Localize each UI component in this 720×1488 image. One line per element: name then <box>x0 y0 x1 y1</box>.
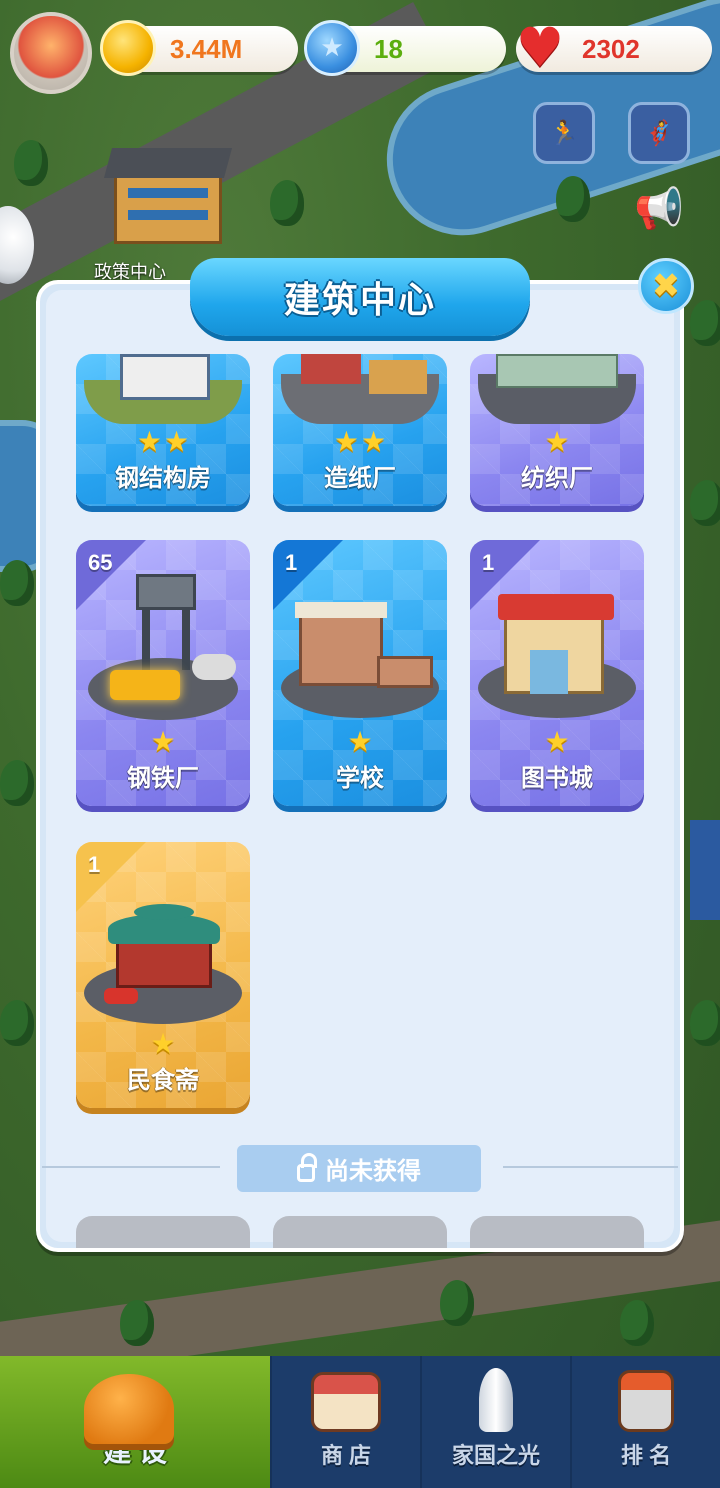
star-icon: ★ <box>150 1027 176 1060</box>
card-stars: ★ <box>470 728 644 756</box>
gem-counter[interactable]: ★ 18 <box>304 20 506 76</box>
tree <box>690 1000 720 1046</box>
tree <box>0 1000 34 1046</box>
building-card-bookstore[interactable]: 1 ★ 图书城 <box>470 540 644 806</box>
nav-rank-label: 排 名 <box>620 1443 672 1468</box>
divider <box>503 1166 678 1168</box>
policy-center-building[interactable] <box>103 148 233 258</box>
building-card-textile-mill[interactable]: ★ 纺织厂 <box>470 354 644 506</box>
locked-building-card[interactable] <box>76 1216 250 1248</box>
gold-coin-icon <box>100 20 156 76</box>
nav-shop[interactable]: 商 店 <box>270 1356 420 1488</box>
card-name: 钢铁厂 <box>127 765 199 792</box>
nav-build[interactable]: 建 设 <box>0 1356 270 1488</box>
star-icon: ★ <box>164 425 190 458</box>
nav-shop-label: 商 店 <box>320 1443 372 1468</box>
tree <box>14 140 48 186</box>
star-icon: ★ <box>361 425 387 458</box>
coin-value: 3.44M <box>170 33 243 64</box>
event-hero-button[interactable]: 🦸 <box>628 102 690 164</box>
bottom-navigation: 建 设 商 店 家国之光 排 名 <box>0 1356 720 1488</box>
nav-rank[interactable]: 排 名 <box>570 1356 720 1488</box>
announcement-button[interactable]: 📢 <box>626 178 692 238</box>
tree <box>120 1300 154 1346</box>
card-stars: ★ <box>76 728 250 756</box>
locked-building-card[interactable] <box>470 1216 644 1248</box>
steel-mill-building-image <box>80 574 246 724</box>
building-card-school[interactable]: 1 ★ 学校 <box>273 540 447 806</box>
building-card-paper-mill[interactable]: ★ ★ 造纸厂 <box>273 354 447 506</box>
card-name: 钢结构房 <box>115 465 211 492</box>
card-stars: ★ ★ <box>273 428 447 456</box>
not-obtained-text: 尚未获得 <box>325 1158 421 1185</box>
card-name: 图书城 <box>521 765 593 792</box>
locked-card-clip <box>40 1200 680 1248</box>
event-running-button[interactable]: 🏃 <box>533 102 595 164</box>
divider <box>42 1166 220 1168</box>
tree <box>620 1300 654 1346</box>
close-icon: ✖ <box>651 266 681 306</box>
star-icon: ★ <box>544 725 570 758</box>
heart-counter[interactable]: ♥ 2302 <box>516 21 712 75</box>
star-icon: ★ <box>333 425 359 458</box>
card-name: 纺织厂 <box>521 465 593 492</box>
podium-building-icon <box>618 1370 674 1432</box>
tree <box>0 560 34 606</box>
lock-icon <box>297 1152 317 1182</box>
steel-house-building-image <box>84 354 242 424</box>
star-icon: ★ <box>136 425 162 458</box>
card-stars: ★ <box>470 428 644 456</box>
blue-star-gem-icon: ★ <box>304 20 360 76</box>
rocket-icon <box>479 1368 513 1432</box>
heart-value: 2302 <box>582 33 640 64</box>
close-button[interactable]: ✖ <box>638 258 694 314</box>
building-card-steel-house[interactable]: ★ ★ 钢结构房 <box>76 354 250 506</box>
hard-hat-icon <box>84 1374 174 1444</box>
tree <box>270 180 304 226</box>
superhero-icon: 🦸 <box>644 119 674 147</box>
card-stars: ★ <box>76 1030 250 1058</box>
player-avatar[interactable] <box>10 12 92 94</box>
card-name: 造纸厂 <box>324 465 396 492</box>
card-count: 1 <box>285 550 298 575</box>
nav-glory[interactable]: 家国之光 <box>420 1356 570 1488</box>
bookstore-building-image <box>474 588 640 722</box>
road-right <box>690 820 720 920</box>
not-obtained-section-label: 尚未获得 <box>237 1145 481 1192</box>
locked-building-card[interactable] <box>273 1216 447 1248</box>
building-card-steel-mill[interactable]: 65 ★ 钢铁厂 <box>76 540 250 806</box>
school-building-image <box>277 602 443 722</box>
star-icon: ★ <box>150 725 176 758</box>
tree <box>556 176 590 222</box>
star-icon: ★ <box>347 725 373 758</box>
tree <box>0 760 34 806</box>
coin-counter[interactable]: 3.44M <box>100 20 298 76</box>
panel-title-banner: 建筑中心 <box>190 258 530 336</box>
red-heart-icon: ♥ <box>515 16 565 79</box>
card-stars: ★ <box>273 728 447 756</box>
tree <box>690 300 720 346</box>
card-stars: ★ ★ <box>76 428 250 456</box>
shop-building-icon <box>311 1372 381 1432</box>
card-name: 民食斋 <box>127 1067 199 1094</box>
gem-value: 18 <box>374 33 403 64</box>
nav-glory-label: 家国之光 <box>451 1443 540 1468</box>
card-name: 学校 <box>336 765 384 792</box>
megaphone-icon: 📢 <box>634 185 684 232</box>
card-count: 65 <box>88 550 113 575</box>
textile-mill-building-image <box>478 354 636 424</box>
running-people-icon: 🏃 <box>549 119 579 147</box>
star-icon: ★ <box>544 425 570 458</box>
paper-mill-building-image <box>281 354 439 424</box>
card-count: 1 <box>88 852 101 877</box>
building-card-restaurant[interactable]: 1 ★ 民食斋 <box>76 842 250 1108</box>
panel-title: 建筑中心 <box>283 279 436 320</box>
card-count: 1 <box>482 550 495 575</box>
restaurant-building-image <box>80 904 246 1026</box>
tree <box>690 480 720 526</box>
tree <box>440 1280 474 1326</box>
